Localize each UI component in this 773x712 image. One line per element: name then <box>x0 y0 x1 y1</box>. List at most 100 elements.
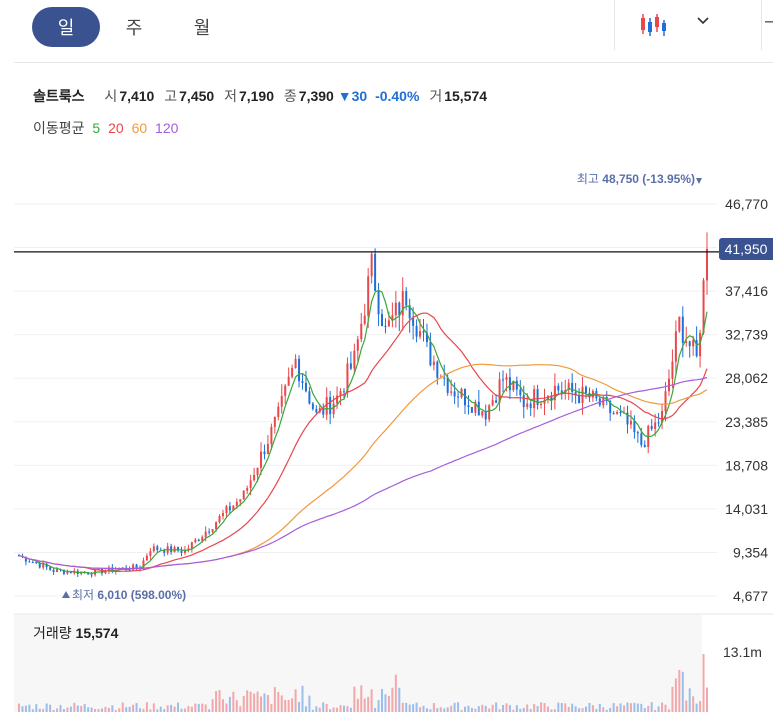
volume-bar <box>263 693 266 712</box>
volume-bar <box>522 707 525 712</box>
volume-bar <box>515 705 518 712</box>
candle-body <box>156 546 159 551</box>
candle-body <box>239 499 242 502</box>
volume-bar <box>360 685 363 712</box>
volume-bar <box>664 704 667 712</box>
candle-body <box>640 433 643 446</box>
candle-body <box>332 403 335 415</box>
volume-bar <box>49 704 52 712</box>
volume-bar <box>439 707 442 712</box>
volume-bar <box>640 703 643 712</box>
candle-body <box>692 340 695 347</box>
candle-body <box>557 385 560 391</box>
volume-bar <box>104 706 107 712</box>
candle-body <box>699 332 702 357</box>
candle-body <box>197 539 200 542</box>
volume-bar <box>232 691 235 712</box>
volume-bar <box>204 704 207 712</box>
volume-bar <box>308 695 311 712</box>
volume-bar <box>588 702 591 712</box>
candle-body <box>643 445 646 447</box>
volume-bar <box>647 705 650 712</box>
candle-body <box>215 522 218 530</box>
volume-bar <box>249 691 252 712</box>
price-chart[interactable]: 46,77042,09337,41632,73928,06223,38518,7… <box>0 0 773 712</box>
candle-body <box>446 377 449 393</box>
candle-body <box>311 403 314 409</box>
volume-bar <box>87 707 90 712</box>
candle-body <box>526 403 529 408</box>
candle-body <box>412 318 415 326</box>
candle-body <box>249 480 252 488</box>
volume-bar <box>633 702 636 712</box>
volume-bar <box>218 690 221 712</box>
volume-bar <box>152 703 155 712</box>
candle-body <box>488 405 491 420</box>
candle-body <box>529 403 532 409</box>
candle-body <box>443 377 446 379</box>
volume-bar <box>291 698 294 712</box>
candle-body <box>228 506 231 511</box>
candle-body <box>681 316 684 343</box>
volume-bar <box>242 696 245 712</box>
volume-bar <box>526 704 529 712</box>
volume-bar <box>266 694 269 712</box>
volume-panel-title: 거래량 15,574 <box>33 623 118 643</box>
candle-body <box>453 391 456 397</box>
volume-bar <box>273 687 276 712</box>
candle-body <box>291 367 294 377</box>
candle-body <box>688 341 691 347</box>
candle-body <box>270 426 273 444</box>
candle-body <box>633 420 636 433</box>
volume-bar <box>69 706 72 712</box>
volume-bar <box>301 685 304 712</box>
volume-bar <box>132 704 135 712</box>
candle-body <box>31 562 34 564</box>
candle-body <box>28 561 31 563</box>
volume-bar <box>356 698 359 712</box>
volume-bar <box>557 702 560 712</box>
current-price-badge: 41,950 <box>719 238 773 260</box>
volume-bar <box>260 696 263 712</box>
down-triangle-icon <box>696 178 702 184</box>
volume-bar <box>477 706 480 712</box>
volume-bar <box>508 705 511 712</box>
volume-bar <box>166 705 169 712</box>
volume-bar <box>453 702 456 712</box>
volume-bar <box>183 708 186 712</box>
volume-bar <box>681 671 684 712</box>
volume-bar <box>228 696 231 712</box>
volume-bar <box>432 703 435 712</box>
candle-body <box>56 569 59 572</box>
volume-bar <box>270 703 273 712</box>
candle-body <box>349 363 352 369</box>
volume-bar <box>405 702 408 712</box>
y-tick-label: 37,416 <box>725 283 768 299</box>
volume-bar <box>467 705 470 712</box>
candle-body <box>581 386 584 404</box>
volume-bar <box>45 703 48 712</box>
volume-bar <box>678 669 681 712</box>
candle-body <box>280 395 283 407</box>
volume-bar <box>315 706 318 712</box>
volume-bar <box>187 705 190 712</box>
volume-bar <box>225 703 228 712</box>
candle-body <box>246 487 249 491</box>
volume-bar <box>145 702 148 712</box>
candle-body <box>145 555 148 561</box>
candle-body <box>394 302 397 316</box>
candle-body <box>367 276 370 316</box>
volume-bar <box>66 707 69 712</box>
volume-bar <box>470 708 473 712</box>
volume-bar <box>443 708 446 712</box>
candle-body <box>325 397 328 415</box>
volume-bar <box>21 706 24 712</box>
candle-body <box>481 411 484 416</box>
volume-bar <box>629 703 632 712</box>
volume-bar <box>190 706 193 712</box>
candle-body <box>132 564 135 571</box>
volume-bar <box>353 686 356 712</box>
volume-bar <box>643 708 646 712</box>
volume-bar <box>18 703 20 712</box>
volume-bar <box>661 702 664 712</box>
